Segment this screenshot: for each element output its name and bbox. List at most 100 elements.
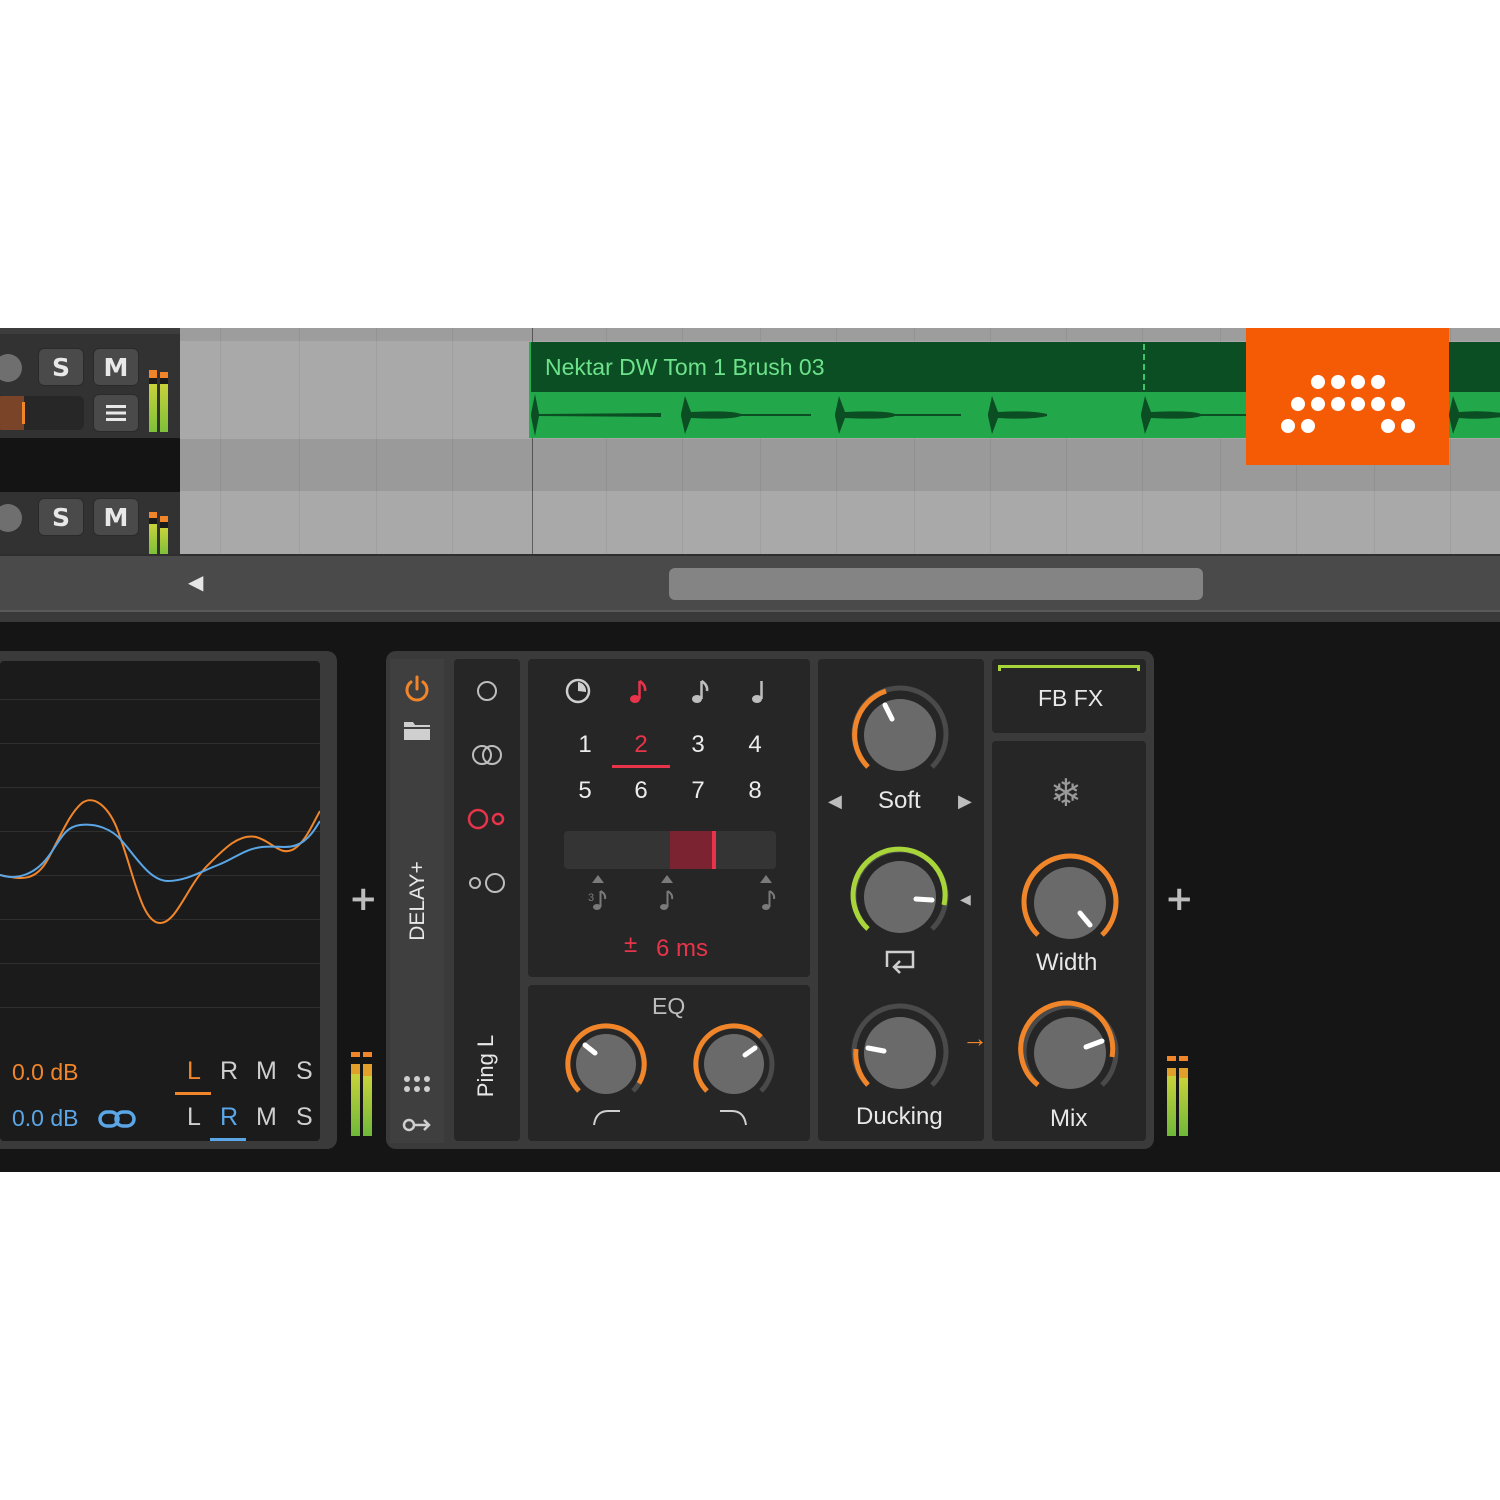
sync-number[interactable]: 7 <box>683 777 713 805</box>
prev-arrow-icon[interactable]: ◀ <box>828 791 842 812</box>
high-cut-icon <box>720 1110 747 1126</box>
device-meter <box>350 1052 374 1136</box>
low-cut-icon <box>593 1110 620 1126</box>
timing-sign: ± <box>624 931 638 958</box>
delay-mode-panel: Ping L <box>454 659 520 1141</box>
sync-number[interactable]: 1 <box>570 731 600 759</box>
track-meter <box>147 350 171 432</box>
channel-m-button[interactable]: M <box>256 1103 277 1132</box>
grid-dots-icon[interactable] <box>403 1075 431 1093</box>
triplet-marker-icon: 3 <box>588 875 607 910</box>
panel-divider[interactable] <box>0 610 1500 622</box>
waveform-trace <box>0 799 320 925</box>
soft-label[interactable]: Soft <box>878 787 921 815</box>
channel-s-button[interactable]: S <box>296 1057 313 1086</box>
add-device-button[interactable]: + <box>349 879 378 919</box>
volume-slider[interactable] <box>0 396 84 430</box>
stereo-mode-icon[interactable] <box>470 743 504 767</box>
selected-underline <box>175 1092 211 1095</box>
quarter-note-icon[interactable] <box>750 677 772 705</box>
low-cut-knob[interactable] <box>561 1019 651 1109</box>
clip-title: Nektar DW Tom 1 Brush 03 <box>545 354 825 380</box>
note-sync-icon[interactable] <box>628 677 650 705</box>
mute-button[interactable]: M <box>93 348 139 386</box>
power-icon[interactable] <box>403 675 431 703</box>
sync-number[interactable]: 3 <box>683 731 713 759</box>
record-arm-icon[interactable] <box>0 354 22 382</box>
left-gain-value[interactable]: 0.0 dB <box>12 1059 79 1086</box>
fb-fx-button[interactable]: FB FX <box>992 659 1146 733</box>
width-knob[interactable] <box>1016 849 1124 957</box>
horizontal-scrollbar[interactable]: ◀ <box>0 554 1500 612</box>
bitwig-logo-icon <box>1246 328 1449 465</box>
feedback-panel: ◀ Soft ▶ ◀ Ducking <box>818 659 984 1141</box>
sync-number[interactable]: 8 <box>740 777 770 805</box>
channel-r-button[interactable]: R <box>220 1103 238 1132</box>
device-name[interactable]: DELAY+ <box>406 861 430 941</box>
solo-button[interactable]: S <box>38 348 84 386</box>
sync-number[interactable]: 6 <box>626 777 656 805</box>
channel-s-button[interactable]: S <box>296 1103 313 1132</box>
menu-icon <box>106 405 126 421</box>
width-label[interactable]: Width <box>1036 949 1097 977</box>
track-headers: S M S M <box>0 328 180 554</box>
high-cut-knob[interactable] <box>689 1019 779 1109</box>
selected-underline <box>612 765 670 768</box>
freeze-icon[interactable]: ❄ <box>1050 771 1082 816</box>
dotted-note-icon[interactable] <box>690 677 712 705</box>
routing-arrow-icon: → <box>962 1023 988 1053</box>
track-meter <box>147 508 171 554</box>
straight-marker-icon <box>660 875 674 910</box>
fb-fx-indicator <box>998 665 1140 671</box>
output-panel: ❄ Width Mix <box>992 741 1146 1141</box>
scroll-left-icon[interactable]: ◀ <box>188 570 203 594</box>
track-lane[interactable] <box>180 491 1500 554</box>
feedback-loop-icon <box>885 950 915 974</box>
oscilloscope-device: 0.0 dB 0.0 dB L R M S L R M S <box>0 651 337 1149</box>
soft-knob[interactable] <box>846 681 954 789</box>
scrollbar-thumb[interactable] <box>669 568 1203 600</box>
ducking-knob[interactable] <box>846 999 954 1107</box>
sync-number-selected[interactable]: 2 <box>626 731 656 759</box>
dotted-marker-icon <box>760 875 776 910</box>
delay-plus-device: DELAY+ Ping L 1 2 3 4 5 6 7 8 3 ± 6 ms E… <box>386 651 1154 1149</box>
track-menu-button[interactable] <box>93 394 139 432</box>
modulator-key-icon[interactable] <box>402 1117 432 1133</box>
mute-button[interactable]: M <box>93 498 139 536</box>
channel-l-button[interactable]: L <box>187 1057 201 1086</box>
feedback-knob[interactable] <box>846 843 954 951</box>
selected-underline <box>210 1138 246 1141</box>
right-gain-value[interactable]: 0.0 dB <box>12 1105 79 1132</box>
eq-panel: EQ <box>528 985 810 1141</box>
device-meter <box>1166 1056 1190 1136</box>
sync-number[interactable]: 5 <box>570 777 600 805</box>
feedback-pointer-icon: ◀ <box>960 891 971 907</box>
timing-offset-value[interactable]: 6 ms <box>656 935 708 963</box>
channel-m-button[interactable]: M <box>256 1057 277 1086</box>
daw-screenshot: S M S M Nektar DW Tom 1 Brush 03 ◀ 0.0 d… <box>0 328 1500 1172</box>
solo-button[interactable]: S <box>38 498 84 536</box>
svg-text:3: 3 <box>588 892 594 904</box>
timing-slider[interactable] <box>564 831 776 869</box>
device-sidebar: DELAY+ <box>390 659 444 1143</box>
clip-loop-marker <box>1143 344 1145 390</box>
sync-number[interactable]: 4 <box>740 731 770 759</box>
ping-pong-left-icon[interactable] <box>467 807 507 831</box>
mix-knob[interactable] <box>1016 999 1124 1107</box>
folder-icon[interactable] <box>403 719 431 741</box>
mix-label[interactable]: Mix <box>1050 1105 1087 1133</box>
ping-pong-right-icon[interactable] <box>467 871 507 895</box>
fb-fx-label: FB FX <box>1038 685 1104 711</box>
ducking-label[interactable]: Ducking <box>856 1103 943 1131</box>
delay-time-panel: 1 2 3 4 5 6 7 8 3 ± 6 ms <box>528 659 810 977</box>
channel-r-button[interactable]: R <box>220 1057 238 1086</box>
time-ms-icon[interactable] <box>564 677 592 705</box>
preset-name[interactable]: Ping L <box>473 1026 499 1106</box>
channel-l-button[interactable]: L <box>187 1103 201 1132</box>
mono-mode-icon[interactable] <box>475 679 499 703</box>
eq-label: EQ <box>652 993 686 1019</box>
next-arrow-icon[interactable]: ▶ <box>958 791 972 812</box>
add-device-button[interactable]: + <box>1165 879 1194 919</box>
oscilloscope-display: 0.0 dB 0.0 dB L R M S L R M S <box>0 661 320 1141</box>
link-icon[interactable] <box>98 1109 136 1129</box>
